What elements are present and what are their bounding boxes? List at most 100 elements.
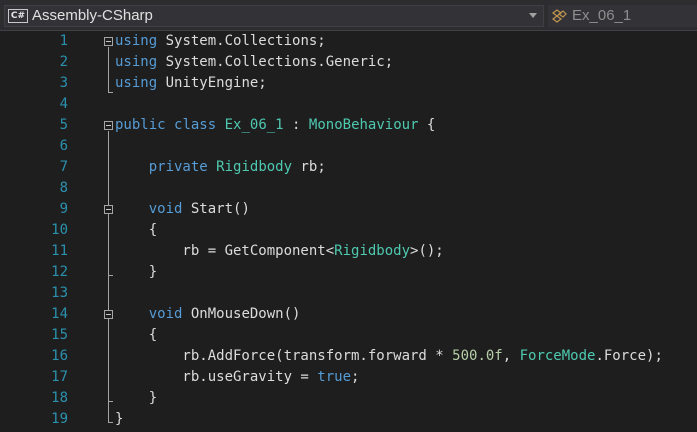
line-number: 10: [51, 222, 68, 238]
code-text[interactable]: void Start(): [115, 199, 250, 220]
code-token: {: [418, 117, 436, 133]
code-token: Start(): [182, 201, 250, 217]
keyword-token: using: [115, 54, 158, 70]
keyword-token: true: [317, 369, 352, 385]
code-token: rb.useGravity =: [115, 369, 318, 385]
number-token: 500.0f: [452, 348, 503, 364]
keyword-token: class: [174, 117, 217, 133]
keyword-token: public: [115, 117, 166, 133]
code-line[interactable]: 2 using System.Collections.Generic;: [0, 52, 697, 73]
code-line[interactable]: 11 rb = GetComponent<Rigidbody>();: [0, 241, 697, 262]
code-token: }: [115, 264, 158, 280]
line-number: 14: [51, 306, 68, 322]
code-token: .Force);: [595, 348, 663, 364]
code-token: {: [115, 327, 158, 343]
code-text[interactable]: rb.AddForce(transform.forward * 500.0f, …: [115, 346, 663, 367]
code-line[interactable]: 3 using UnityEngine;: [0, 73, 697, 94]
outline-guide-end: [108, 92, 113, 93]
code-token: ,: [502, 348, 520, 364]
code-token: rb.AddForce(transform.forward *: [115, 348, 453, 364]
code-token: }: [115, 411, 124, 427]
code-line[interactable]: 19}: [0, 409, 697, 430]
type-token: Ex_06_1: [224, 117, 284, 133]
line-number: 4: [59, 96, 68, 112]
line-number: 13: [51, 285, 68, 301]
outline-guide-end: [108, 275, 113, 276]
outline-guide-end: [108, 401, 113, 402]
code-text[interactable]: private Rigidbody rb;: [115, 157, 326, 178]
code-text[interactable]: {: [115, 325, 157, 346]
code-text[interactable]: {: [115, 220, 157, 241]
code-line[interactable]: 6: [0, 136, 697, 157]
line-number: 2: [59, 54, 68, 70]
code-token: >();: [410, 243, 444, 259]
type-token: ForceMode: [519, 348, 596, 364]
type-token: Rigidbody: [334, 243, 411, 259]
code-line[interactable]: 15 {: [0, 325, 697, 346]
collapse-usings-icon[interactable]: [104, 37, 113, 46]
code-editor[interactable]: 19} 18 } 17 rb.useGravity = true; 16 rb.Add…: [0, 31, 697, 432]
csharp-project-icon: C#: [8, 9, 28, 23]
editor-navigation-bar: C# Assembly-CSharp Ex_06_1: [0, 0, 697, 31]
chevron-down-icon[interactable]: [529, 13, 537, 18]
code-text[interactable]: rb = GetComponent<Rigidbody>();: [115, 241, 444, 262]
type-dropdown-label: Ex_06_1: [572, 7, 632, 24]
project-dropdown[interactable]: C# Assembly-CSharp: [4, 5, 544, 27]
code-token: System.Collections.Generic;: [157, 54, 394, 70]
keyword-token: private: [148, 159, 208, 175]
code-line[interactable]: 16 rb.AddForce(transform.forward * 500.0…: [0, 346, 697, 367]
line-number: 19: [51, 411, 68, 427]
type-dropdown[interactable]: Ex_06_1: [548, 5, 697, 27]
collapse-start-method-icon[interactable]: [104, 205, 113, 214]
keyword-token: using: [115, 33, 158, 49]
outline-guide: [108, 131, 109, 422]
line-number: 16: [51, 348, 68, 364]
collapse-class-icon[interactable]: [104, 121, 113, 130]
code-token: ;: [351, 369, 360, 385]
code-line[interactable]: 13: [0, 283, 697, 304]
code-line[interactable]: 8: [0, 178, 697, 199]
class-icon: [552, 9, 567, 23]
code-text[interactable]: }: [115, 409, 123, 430]
outline-guide-end: [108, 422, 113, 423]
code-line[interactable]: 4: [0, 94, 697, 115]
project-dropdown-label: Assembly-CSharp: [32, 7, 153, 24]
line-number: 7: [59, 159, 68, 175]
code-line[interactable]: 10 {: [0, 220, 697, 241]
code-token: System.Collections;: [157, 33, 326, 49]
code-text[interactable]: using System.Collections.Generic;: [115, 52, 393, 73]
code-line[interactable]: 12 }: [0, 262, 697, 283]
code-line[interactable]: 17 rb.useGravity = true;: [0, 367, 697, 388]
line-number: 15: [51, 327, 68, 343]
type-token: Rigidbody: [216, 159, 293, 175]
line-number: 5: [59, 117, 68, 133]
code-line[interactable]: 7 private Rigidbody rb;: [0, 157, 697, 178]
code-text[interactable]: public class Ex_06_1 : MonoBehaviour {: [115, 115, 435, 136]
code-text[interactable]: using UnityEngine;: [115, 73, 267, 94]
outline-guide: [108, 47, 109, 92]
line-number: 18: [51, 390, 68, 406]
keyword-token: void: [148, 306, 183, 322]
collapse-onmousedown-method-icon[interactable]: [104, 310, 113, 319]
code-token: OnMouseDown(): [182, 306, 301, 322]
code-text[interactable]: void OnMouseDown(): [115, 304, 301, 325]
code-text[interactable]: rb.useGravity = true;: [115, 367, 359, 388]
code-line[interactable]: 18 }: [0, 388, 697, 409]
code-token: }: [115, 390, 158, 406]
keyword-token: using: [115, 75, 158, 91]
code-text[interactable]: }: [115, 388, 157, 409]
code-text[interactable]: }: [115, 262, 157, 283]
type-token: MonoBehaviour: [308, 117, 419, 133]
line-number: 12: [51, 264, 68, 280]
line-number: 3: [59, 75, 68, 91]
code-token: rb;: [292, 159, 326, 175]
line-number: 8: [59, 180, 68, 196]
code-text[interactable]: using System.Collections;: [115, 31, 326, 52]
keyword-token: void: [148, 201, 183, 217]
